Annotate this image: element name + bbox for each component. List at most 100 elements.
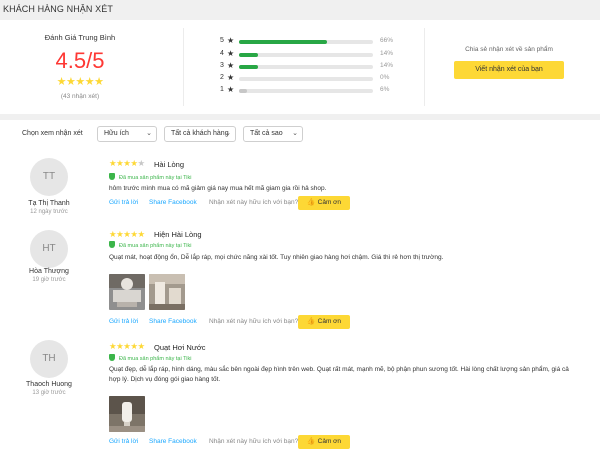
helpful-question: Nhận xét này hữu ích với bạn? [209, 199, 299, 206]
rating-bar-row: 5 ★ 66% [218, 36, 398, 47]
reviewer-name: Tạ Thị Thanh [28, 200, 70, 207]
review-text: hôm trước mình mua có mã giảm giá nay mu… [109, 185, 327, 192]
rating-bar-track [239, 53, 373, 57]
chevron-down-icon: ⌄ [292, 130, 298, 137]
verified-text: Đã mua sản phẩm này tại Tiki [119, 243, 192, 249]
star-icon: ★ [84, 76, 95, 88]
review-actions: Gửi trả lời Share Facebook Nhận xét này … [109, 196, 589, 210]
reply-link[interactable]: Gửi trả lời [109, 318, 138, 325]
rating-percent: 66% [380, 37, 394, 44]
share-review-label: Chia sẻ nhận xét về sản phẩm [465, 46, 553, 53]
review-photo[interactable] [109, 396, 145, 432]
rating-summary-panel: Đánh Giá Trung Bình 4.5/5 ★★★★★ (43 nhận… [0, 20, 600, 114]
star-icon: ★ [227, 61, 235, 70]
star-icon: ★ [75, 76, 85, 88]
star-icon: ★ [65, 76, 76, 88]
write-review-button[interactable]: Viết nhận xét của bạn [454, 61, 564, 79]
review-count: (43 nhận xét) [60, 93, 100, 100]
rating-bar-row: 3 ★ 14% [218, 61, 398, 72]
star-icon: ★ [130, 158, 138, 168]
shield-check-icon [109, 241, 115, 248]
avatar: TH [30, 340, 68, 378]
filter-label: Chọn xem nhận xét [22, 130, 83, 137]
review-time: 19 giờ trước [32, 277, 66, 283]
star-icon: ★ [137, 229, 146, 239]
thumbs-up-icon: 👍 [306, 318, 316, 325]
review-time: 12 ngày trước [30, 209, 68, 215]
rating-bar-track [239, 40, 373, 44]
sort-select[interactable]: Hữu ích ⌄ [97, 126, 157, 142]
thanks-button[interactable]: 👍 Cảm ơn [298, 435, 350, 449]
star-filter-select[interactable]: Tất cả sao ⌄ [243, 126, 303, 142]
verified-text: Đã mua sản phẩm này tại Tiki [119, 356, 192, 362]
reviews-panel: Chọn xem nhận xét Hữu ích ⌄ Tất cả khách… [0, 120, 600, 449]
divider [424, 28, 425, 106]
verified-text: Đã mua sản phẩm này tại Tiki [119, 175, 192, 181]
rating-bar-row: 4 ★ 14% [218, 49, 398, 60]
reply-link[interactable]: Gửi trả lời [109, 438, 138, 445]
half-star-icon: ★ [94, 76, 104, 88]
rating-bar-fill [239, 40, 328, 44]
review-actions: Gửi trả lời Share Facebook Nhận xét này … [109, 315, 589, 329]
shield-check-icon [109, 173, 115, 180]
review-photo[interactable] [149, 274, 185, 310]
helpful-question: Nhận xét này hữu ích với bạn? [209, 438, 299, 445]
review-photo[interactable] [109, 274, 145, 310]
star-icon: ★ [137, 158, 146, 168]
avatar: HT [30, 230, 68, 268]
rating-level: 5 [220, 37, 224, 44]
rating-percent: 0% [380, 74, 390, 81]
review-title: Hài Lòng [154, 160, 185, 169]
reviewer-name: Thaoch Huong [26, 381, 72, 388]
rating-bar-track [239, 77, 373, 81]
review-stars: ★★★★★ [109, 158, 145, 169]
star-filter-value: Tất cả sao [250, 130, 283, 137]
verified-purchase-badge: Đã mua sản phẩm này tại Tiki [109, 354, 191, 362]
average-rating-stars: ★★★★★ [30, 75, 130, 88]
thumbs-up-icon: 👍 [306, 438, 316, 445]
review-title: Quạt Hơi Nước [154, 343, 206, 352]
sort-select-value: Hữu ích [104, 130, 129, 137]
rating-level: 2 [220, 74, 224, 81]
helpful-question: Nhận xét này hữu ích với bạn? [209, 318, 299, 325]
thanks-button[interactable]: 👍 Cảm ơn [298, 196, 350, 210]
star-icon: ★ [227, 85, 235, 94]
rating-percent: 6% [380, 86, 390, 93]
thanks-button[interactable]: 👍 Cảm ơn [298, 315, 350, 329]
thanks-label: Cảm ơn [317, 318, 342, 325]
avatar: TT [30, 158, 68, 196]
review-title: Hiện Hài Lòng [154, 230, 202, 239]
review-text: Quạt mát, hoạt động ổn, Dễ lắp ráp, mọi … [109, 254, 444, 261]
review-time: 13 giờ trước [32, 390, 66, 396]
chevron-down-icon: ⌄ [225, 130, 231, 137]
share-facebook-link[interactable]: Share Facebook [149, 438, 197, 445]
rating-level: 1 [220, 86, 224, 93]
rating-bar-fill [239, 89, 248, 93]
thumbs-up-icon: 👍 [306, 199, 316, 206]
review-actions: Gửi trả lời Share Facebook Nhận xét này … [109, 435, 589, 449]
star-icon: ★ [130, 341, 138, 351]
star-icon: ★ [130, 229, 138, 239]
section-title: KHÁCH HÀNG NHẬN XÉT [3, 4, 113, 14]
customer-filter-select[interactable]: Tất cả khách hàng ⌄ [164, 126, 236, 142]
rating-percent: 14% [380, 62, 394, 69]
review-stars: ★★★★★ [109, 229, 145, 240]
rating-bar-fill [239, 65, 258, 69]
star-icon: ★ [137, 341, 146, 351]
verified-purchase-badge: Đã mua sản phẩm này tại Tiki [109, 173, 191, 181]
divider [183, 28, 184, 106]
star-icon: ★ [56, 76, 67, 88]
share-facebook-link[interactable]: Share Facebook [149, 318, 197, 325]
star-icon: ★ [227, 36, 235, 45]
star-icon: ★ [227, 49, 235, 58]
thanks-label: Cảm ơn [317, 438, 342, 445]
average-rating-label: Đánh Giá Trung Bình [44, 33, 116, 42]
review-stars: ★★★★★ [109, 341, 145, 352]
rating-bar-row: 2 ★ 0% [218, 73, 398, 84]
average-rating-score: 4.5/5 [55, 48, 105, 73]
share-facebook-link[interactable]: Share Facebook [149, 199, 197, 206]
thanks-label: Cảm ơn [317, 199, 342, 206]
reply-link[interactable]: Gửi trả lời [109, 199, 138, 206]
star-icon: ★ [227, 73, 235, 82]
rating-bar-track [239, 89, 373, 93]
